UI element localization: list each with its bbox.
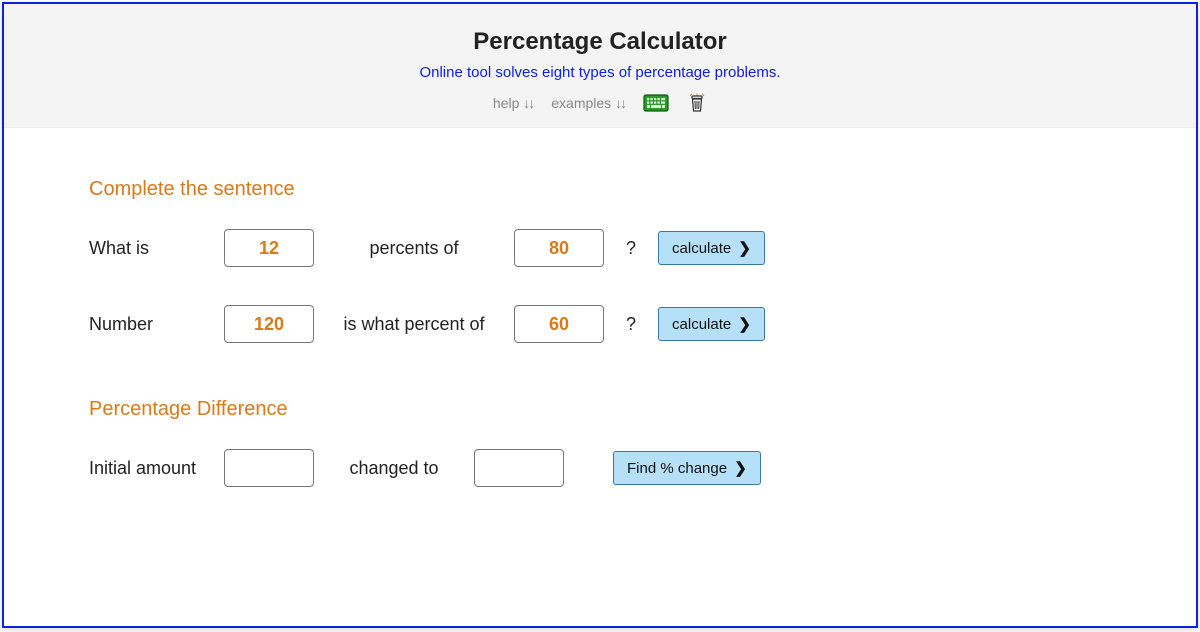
question-mark: ? <box>604 314 658 335</box>
initial-amount-input[interactable] <box>224 449 314 487</box>
help-link[interactable]: help ↓↓ <box>493 95 533 111</box>
main-content: Complete the sentence What is percents o… <box>4 128 1196 545</box>
page-subtitle: Online tool solves eight types of percen… <box>4 64 1196 81</box>
chevron-right-icon: ❯ <box>738 240 751 257</box>
calculate-button[interactable]: calculate ❯ <box>658 231 765 265</box>
percent-value-input[interactable] <box>224 229 314 267</box>
row-mid-label: changed to <box>314 458 474 479</box>
header: Percentage Calculator Online tool solves… <box>4 4 1196 128</box>
app-frame: Percentage Calculator Online tool solves… <box>2 2 1198 628</box>
button-label: Find % change <box>627 460 727 477</box>
examples-label: examples <box>551 95 611 111</box>
examples-link[interactable]: examples ↓↓ <box>551 95 625 111</box>
row-percent-change: Initial amount changed to Find % change … <box>89 449 1111 487</box>
chevron-right-icon: ❯ <box>734 460 747 477</box>
spacer <box>564 458 613 479</box>
calculate-button[interactable]: calculate ❯ <box>658 307 765 341</box>
help-label: help <box>493 95 519 111</box>
down-arrows-icon: ↓↓ <box>615 95 625 111</box>
question-mark: ? <box>604 238 658 259</box>
section-title-difference: Percentage Difference <box>89 398 1111 421</box>
page-title: Percentage Calculator <box>4 28 1196 56</box>
of-value-input[interactable] <box>514 305 604 343</box>
number-input[interactable] <box>224 305 314 343</box>
row-lead-label: What is <box>89 238 224 259</box>
row-mid-label: percents of <box>314 238 514 259</box>
row-number-is: Number is what percent of ? calculate ❯ <box>89 305 1111 343</box>
row-mid-label: is what percent of <box>314 314 514 335</box>
section-title-complete: Complete the sentence <box>89 178 1111 201</box>
button-label: calculate <box>672 316 731 333</box>
trash-icon[interactable] <box>687 93 707 113</box>
base-value-input[interactable] <box>514 229 604 267</box>
down-arrows-icon: ↓↓ <box>523 95 533 111</box>
row-what-is: What is percents of ? calculate ❯ <box>89 229 1111 267</box>
changed-to-input[interactable] <box>474 449 564 487</box>
toolbar: help ↓↓ examples ↓↓ <box>4 93 1196 113</box>
find-change-button[interactable]: Find % change ❯ <box>613 451 761 485</box>
button-label: calculate <box>672 240 731 257</box>
row-lead-label: Initial amount <box>89 458 224 479</box>
keyboard-icon[interactable] <box>643 94 669 112</box>
chevron-right-icon: ❯ <box>738 316 751 333</box>
row-lead-label: Number <box>89 314 224 335</box>
